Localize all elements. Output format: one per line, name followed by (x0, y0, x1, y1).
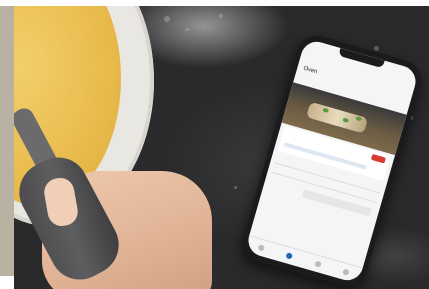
flour-speck (234, 186, 237, 189)
bottom-tab-bar (244, 235, 363, 284)
tab-icon (314, 260, 322, 268)
flour-speck (374, 46, 379, 51)
photo-frame: Oven (0, 0, 429, 289)
tab-icon-active (285, 252, 294, 260)
brand-badge (370, 153, 386, 164)
flour-speck (219, 14, 223, 18)
phone-screen: Oven (244, 38, 420, 284)
countertop-photo: Oven (14, 6, 429, 289)
flour-speck (164, 16, 170, 22)
flour-speck (186, 28, 189, 31)
left-edge-strip (0, 6, 14, 276)
tab-icon (257, 244, 265, 252)
tab-icon (342, 268, 350, 276)
smartphone: Oven (238, 30, 426, 289)
